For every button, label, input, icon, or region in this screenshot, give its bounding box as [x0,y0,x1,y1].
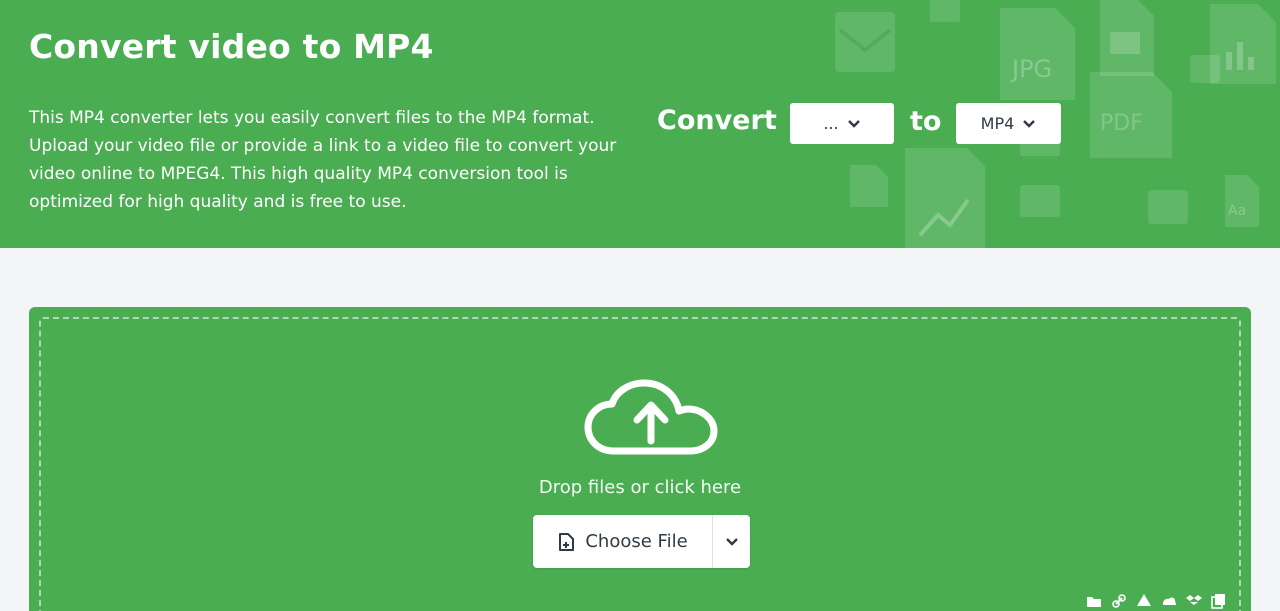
folder-icon[interactable] [1086,593,1102,609]
envelope-icon [835,12,895,72]
line-chart-file-icon [905,148,985,248]
drop-files-text: Drop files or click here [538,477,742,498]
file-drop-zone[interactable]: Drop files or click here Choose File [39,317,1241,611]
to-label: to [910,106,942,137]
dropbox-icon[interactable] [1186,593,1202,609]
svg-text:PDF: PDF [1100,111,1143,136]
onedrive-icon[interactable] [1161,593,1177,609]
font-file-icon: Aa [1225,175,1259,227]
page-title: Convert video to MP4 [29,27,434,66]
source-format-select[interactable]: ... [790,103,894,144]
chevron-down-icon [847,119,860,128]
chevron-down-icon [725,537,738,546]
pdf-file-icon: PDF [1090,72,1172,158]
upload-source-icons [1086,593,1227,609]
header-banner: JPG PDF Aa Convert video to MP4 This MP4… [0,0,1280,248]
convert-label: Convert [657,105,777,136]
choose-file-button[interactable]: Choose File [533,515,713,568]
jpg-file-icon: JPG [1000,8,1075,100]
link-icon[interactable] [1111,593,1127,609]
upload-panel: Drop files or click here Choose File [29,307,1251,611]
page-description: This MP4 converter lets you easily conve… [29,108,617,212]
copy-icon[interactable] [1211,593,1227,609]
target-format-value: MP4 [980,114,1015,133]
choose-file-control: Choose File [533,515,750,568]
cloud-upload-icon [584,379,718,455]
svg-text:JPG: JPG [1010,55,1052,83]
google-drive-icon[interactable] [1136,593,1152,609]
chevron-down-icon [1023,119,1036,128]
svg-text:Aa: Aa [1228,203,1246,219]
choose-file-label: Choose File [585,531,688,552]
choose-file-dropdown[interactable] [713,515,750,568]
image-file-icon [1100,0,1154,76]
add-file-icon [559,532,575,551]
source-format-value: ... [823,114,839,133]
target-format-select[interactable]: MP4 [956,103,1061,144]
png-file-icon [850,165,888,207]
